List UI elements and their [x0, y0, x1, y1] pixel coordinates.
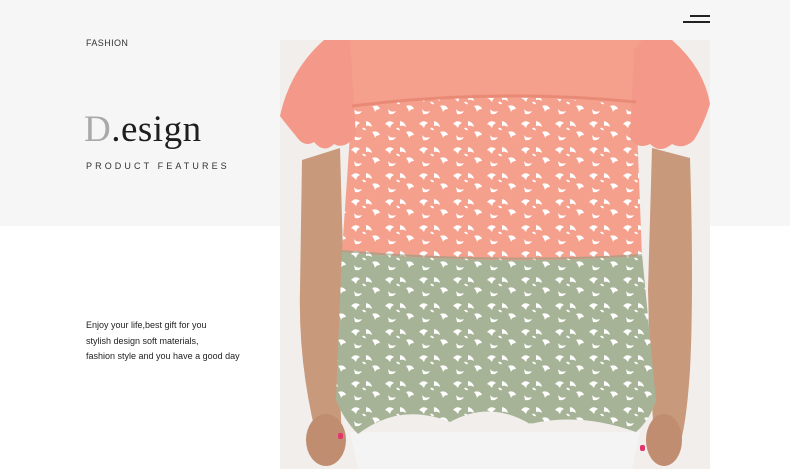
sage-tier	[336, 250, 656, 434]
title-rest: .esign	[111, 109, 202, 150]
section-label: FASHION	[86, 38, 129, 48]
right-arm	[648, 148, 692, 450]
right-hand	[646, 414, 682, 466]
description-line: stylish design soft materials,	[86, 335, 199, 346]
right-nail	[640, 445, 645, 451]
description-line: Enjoy your life,best gift for you	[86, 320, 207, 330]
page-subtitle: PRODUCT FEATURES	[86, 161, 230, 171]
title-initial: D	[84, 109, 112, 150]
left-hand	[306, 414, 346, 466]
pink-leopard-tier	[342, 95, 642, 261]
menu-icon-bar-bottom	[683, 21, 710, 23]
menu-icon-bar-top	[690, 15, 710, 17]
page-title: D.esign	[84, 108, 202, 152]
white-jeans	[350, 432, 640, 469]
description-line: fashion style and you have a good day	[86, 351, 240, 361]
product-photo	[280, 40, 710, 469]
hamburger-menu-icon[interactable]	[683, 15, 710, 25]
left-nail	[338, 433, 343, 439]
product-description: Enjoy your life,best gift for you stylis…	[86, 318, 276, 365]
